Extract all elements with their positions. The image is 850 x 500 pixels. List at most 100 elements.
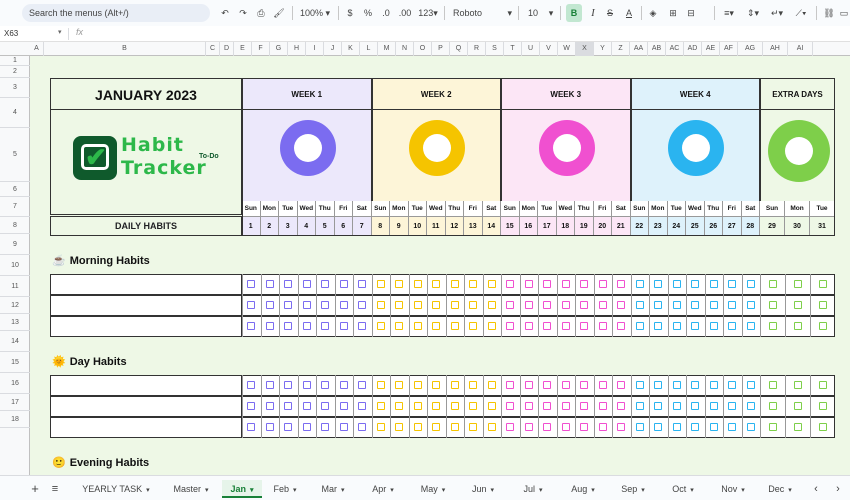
- habit-checkbox[interactable]: [617, 423, 626, 431]
- habit-name-input[interactable]: [50, 417, 242, 438]
- chevron-down-icon[interactable]: ▾: [690, 487, 694, 494]
- row-header-14[interactable]: 14: [0, 331, 30, 352]
- habit-checkbox[interactable]: [617, 381, 626, 389]
- week-header-2[interactable]: WEEK 2: [371, 78, 501, 110]
- habit-checkbox[interactable]: [691, 322, 700, 330]
- habit-checkbox[interactable]: [487, 423, 496, 431]
- column-header-o[interactable]: O: [414, 42, 432, 56]
- column-header-a[interactable]: A: [30, 42, 44, 56]
- habit-checkbox[interactable]: [580, 280, 589, 288]
- tab-nov[interactable]: Nov ▾: [708, 480, 758, 498]
- decrease-decimal-button[interactable]: .0: [379, 4, 393, 22]
- habit-checkbox[interactable]: [506, 402, 515, 410]
- paint-format-icon[interactable]: 🖌: [272, 4, 286, 22]
- habit-checkbox[interactable]: [768, 301, 777, 309]
- habit-checkbox[interactable]: [469, 402, 478, 410]
- habit-checkbox[interactable]: [450, 402, 459, 410]
- column-header-ab[interactable]: AB: [648, 42, 666, 56]
- habit-checkbox[interactable]: [487, 301, 496, 309]
- habit-checkbox[interactable]: [580, 301, 589, 309]
- column-header-v[interactable]: V: [540, 42, 558, 56]
- row-header-13[interactable]: 13: [0, 314, 30, 331]
- formula-input[interactable]: [96, 28, 836, 40]
- chevron-down-icon[interactable]: ▾: [390, 487, 394, 494]
- row-header-7[interactable]: 7: [0, 197, 30, 217]
- chevron-down-icon[interactable]: ▾: [591, 487, 595, 494]
- habit-checkbox[interactable]: [818, 381, 827, 389]
- column-header-n[interactable]: N: [396, 42, 414, 56]
- chevron-down-icon[interactable]: ▾: [788, 487, 792, 494]
- habit-checkbox[interactable]: [524, 322, 533, 330]
- habit-checkbox[interactable]: [247, 423, 256, 431]
- habit-checkbox[interactable]: [376, 280, 385, 288]
- font-family-select[interactable]: Roboto ▾: [450, 4, 512, 22]
- week-header-5[interactable]: EXTRA DAYS: [760, 78, 835, 110]
- row-header-15[interactable]: 15: [0, 352, 30, 373]
- habit-checkbox[interactable]: [617, 402, 626, 410]
- habit-checkbox[interactable]: [746, 280, 755, 288]
- habit-checkbox[interactable]: [247, 381, 256, 389]
- habit-checkbox[interactable]: [728, 381, 737, 389]
- habit-checkbox[interactable]: [265, 322, 274, 330]
- habit-checkbox[interactable]: [302, 301, 311, 309]
- percent-button[interactable]: %: [362, 4, 374, 22]
- habit-checkbox[interactable]: [635, 280, 644, 288]
- row-header-12[interactable]: 12: [0, 297, 30, 314]
- chevron-down-icon[interactable]: ▾: [293, 487, 297, 494]
- row-header-5[interactable]: 5: [0, 128, 30, 182]
- habit-checkbox[interactable]: [728, 402, 737, 410]
- tab-jan[interactable]: Jan ▾: [222, 480, 262, 498]
- habit-checkbox[interactable]: [746, 381, 755, 389]
- habit-checkbox[interactable]: [672, 381, 681, 389]
- habit-checkbox[interactable]: [321, 423, 330, 431]
- habit-checkbox[interactable]: [709, 280, 718, 288]
- tab-feb[interactable]: Feb ▾: [262, 480, 308, 498]
- row-header-9[interactable]: 9: [0, 234, 30, 255]
- habit-checkbox[interactable]: [469, 322, 478, 330]
- habit-checkbox[interactable]: [284, 322, 293, 330]
- habit-checkbox[interactable]: [284, 423, 293, 431]
- habit-checkbox[interactable]: [598, 301, 607, 309]
- habit-checkbox[interactable]: [793, 423, 802, 431]
- habit-checkbox[interactable]: [728, 423, 737, 431]
- column-header-f[interactable]: F: [252, 42, 270, 56]
- row-header-8[interactable]: 8: [0, 217, 30, 234]
- redo-icon[interactable]: ↷: [236, 4, 250, 22]
- habit-checkbox[interactable]: [561, 381, 570, 389]
- column-header-d[interactable]: D: [220, 42, 234, 56]
- chevron-down-icon[interactable]: ▾: [546, 4, 556, 22]
- habit-checkbox[interactable]: [617, 322, 626, 330]
- column-header-g[interactable]: G: [270, 42, 288, 56]
- habit-checkbox[interactable]: [469, 423, 478, 431]
- tab-master[interactable]: Master ▾: [160, 480, 222, 498]
- column-header-b[interactable]: B: [44, 42, 206, 56]
- column-header-j[interactable]: J: [324, 42, 342, 56]
- column-header-x[interactable]: X: [576, 42, 594, 56]
- habit-checkbox[interactable]: [432, 301, 441, 309]
- column-header-q[interactable]: Q: [450, 42, 468, 56]
- name-box[interactable]: X63: [4, 28, 64, 40]
- habit-checkbox[interactable]: [635, 381, 644, 389]
- habit-checkbox[interactable]: [561, 402, 570, 410]
- habit-checkbox[interactable]: [543, 280, 552, 288]
- chevron-down-icon[interactable]: ▾: [539, 487, 543, 494]
- habit-checkbox[interactable]: [524, 301, 533, 309]
- habit-checkbox[interactable]: [358, 402, 367, 410]
- habit-checkbox[interactable]: [247, 402, 256, 410]
- habit-checkbox[interactable]: [524, 423, 533, 431]
- row-header-4[interactable]: 4: [0, 98, 30, 128]
- habit-checkbox[interactable]: [635, 322, 644, 330]
- habit-checkbox[interactable]: [413, 301, 422, 309]
- align-horizontal-icon[interactable]: ≡▾: [720, 4, 738, 22]
- column-header-i[interactable]: I: [306, 42, 324, 56]
- week-header-3[interactable]: WEEK 3: [501, 78, 631, 110]
- habit-checkbox[interactable]: [728, 280, 737, 288]
- habit-checkbox[interactable]: [543, 381, 552, 389]
- row-header-16[interactable]: 16: [0, 373, 30, 394]
- tab-mar[interactable]: Mar ▾: [308, 480, 358, 498]
- habit-checkbox[interactable]: [395, 322, 404, 330]
- sheet-grid[interactable]: JANUARY 2023 ✔ Habit Tracker To-Do DAILY…: [30, 56, 850, 475]
- habit-checkbox[interactable]: [265, 301, 274, 309]
- habit-checkbox[interactable]: [450, 381, 459, 389]
- bold-button[interactable]: B: [566, 4, 582, 22]
